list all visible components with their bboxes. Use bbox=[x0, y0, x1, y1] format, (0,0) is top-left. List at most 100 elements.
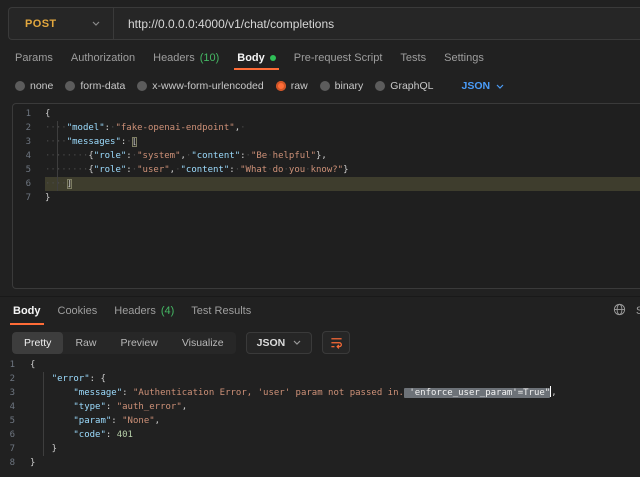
token: [ bbox=[132, 137, 137, 147]
token: do bbox=[273, 165, 284, 175]
view-visualize[interactable]: Visualize bbox=[170, 332, 236, 354]
token: · bbox=[126, 137, 131, 147]
mode-x-www-form-urlencoded[interactable]: x-www-form-urlencoded bbox=[137, 80, 263, 92]
token: "code" bbox=[73, 430, 106, 440]
code-line[interactable]: 2 "error": { bbox=[0, 372, 640, 386]
view-raw[interactable]: Raw bbox=[63, 332, 108, 354]
code-text: ········{"role":·"user",·"content":·"Wha… bbox=[45, 163, 640, 177]
code-text: "message": "Authentication Error, 'user'… bbox=[30, 386, 640, 400]
token bbox=[30, 402, 73, 412]
response-headers-count-badge: (4) bbox=[161, 305, 174, 317]
code-line[interactable]: 4 "type": "auth_error", bbox=[0, 400, 640, 414]
token bbox=[30, 430, 73, 440]
code-line[interactable]: 7 } bbox=[0, 442, 640, 456]
view-pretty[interactable]: Pretty bbox=[12, 332, 63, 354]
code-text: ········{"role":·"system",·"content":·"B… bbox=[45, 149, 640, 163]
indent-guide bbox=[57, 121, 58, 191]
token: { bbox=[30, 360, 35, 370]
code-line[interactable]: 6 "code": 401 bbox=[0, 428, 640, 442]
token: "error" bbox=[52, 374, 90, 384]
radio-icon bbox=[375, 81, 385, 91]
tab-response-headers[interactable]: Headers(4) bbox=[111, 297, 177, 325]
code-line[interactable]: 4········{"role":·"system",·"content":·"… bbox=[13, 149, 640, 163]
request-tabs: Params Authorization Headers(10) Body Pr… bbox=[0, 45, 640, 70]
code-text: "type": "auth_error", bbox=[30, 400, 640, 414]
token: ········ bbox=[45, 165, 88, 175]
line-number: 1 bbox=[0, 358, 30, 372]
tab-test-results[interactable]: Test Results bbox=[188, 297, 254, 325]
tab-pre-request-script[interactable]: Pre-request Script bbox=[291, 45, 386, 70]
token: ········ bbox=[45, 151, 88, 161]
radio-icon bbox=[15, 81, 25, 91]
token: "auth_error" bbox=[117, 402, 182, 412]
token: · bbox=[240, 123, 245, 133]
view-switcher: Pretty Raw Preview Visualize bbox=[12, 332, 236, 354]
raw-language-dropdown[interactable]: JSON bbox=[461, 80, 504, 92]
wrap-text-icon bbox=[330, 336, 343, 349]
tab-authorization[interactable]: Authorization bbox=[68, 45, 138, 70]
token: : bbox=[111, 416, 122, 426]
code-line[interactable]: 3····"messages":·[ bbox=[13, 135, 640, 149]
response-language-dropdown[interactable]: JSON bbox=[246, 332, 313, 354]
token: "content" bbox=[191, 151, 240, 161]
body-mode-row: none form-data x-www-form-urlencoded raw… bbox=[0, 74, 640, 98]
tab-response-body[interactable]: Body bbox=[10, 297, 44, 325]
token: "type" bbox=[73, 402, 106, 412]
tab-params[interactable]: Params bbox=[12, 45, 56, 70]
mode-raw[interactable]: raw bbox=[276, 80, 308, 92]
line-number: 6 bbox=[0, 428, 30, 442]
mode-form-data[interactable]: form-data bbox=[65, 80, 125, 92]
code-line[interactable]: 6····] bbox=[13, 177, 640, 191]
url-input[interactable]: http://0.0.0.0:4000/v1/chat/completions bbox=[114, 17, 334, 31]
token: ···· bbox=[45, 137, 67, 147]
tab-headers[interactable]: Headers(10) bbox=[150, 45, 222, 70]
line-number: 1 bbox=[13, 107, 45, 121]
wrap-text-button[interactable] bbox=[322, 331, 350, 354]
token: , bbox=[155, 416, 160, 426]
token: you bbox=[289, 165, 305, 175]
mode-none[interactable]: none bbox=[15, 80, 53, 92]
code-line[interactable]: 5 "param": "None", bbox=[0, 414, 640, 428]
code-line[interactable]: 8} bbox=[0, 456, 640, 470]
token: "fake-openai-endpoint" bbox=[115, 123, 234, 133]
token: 401 bbox=[117, 430, 133, 440]
chevron-down-icon bbox=[496, 84, 504, 89]
tab-body[interactable]: Body bbox=[234, 45, 279, 70]
view-preview[interactable]: Preview bbox=[108, 332, 169, 354]
response-body-editor[interactable]: 1{2 "error": {3 "message": "Authenticati… bbox=[0, 355, 640, 477]
response-view-row: Pretty Raw Preview Visualize JSON bbox=[12, 331, 350, 354]
code-text: ····"messages":·[ bbox=[45, 135, 640, 149]
indent-guide bbox=[43, 372, 44, 456]
code-line[interactable]: 1{ bbox=[13, 107, 640, 121]
unsaved-changes-dot bbox=[270, 55, 276, 61]
chevron-down-icon bbox=[293, 340, 301, 345]
code-line[interactable]: 5········{"role":·"user",·"content":·"Wh… bbox=[13, 163, 640, 177]
token bbox=[30, 416, 73, 426]
token: : bbox=[106, 402, 117, 412]
globe-icon[interactable] bbox=[613, 303, 626, 316]
request-body-editor[interactable]: 1{2····"model":·"fake-openai-endpoint",·… bbox=[12, 103, 640, 289]
code-line[interactable]: 7} bbox=[13, 191, 640, 205]
mode-binary[interactable]: binary bbox=[320, 80, 364, 92]
token: "message" bbox=[73, 388, 122, 398]
token: }, bbox=[316, 151, 327, 161]
token: ···· bbox=[45, 123, 67, 133]
token: "Be bbox=[251, 151, 267, 161]
radio-icon bbox=[320, 81, 330, 91]
tab-cookies[interactable]: Cookies bbox=[55, 297, 101, 325]
line-number: 7 bbox=[0, 442, 30, 456]
tab-settings[interactable]: Settings bbox=[441, 45, 487, 70]
line-number: 6 bbox=[13, 177, 45, 191]
tab-tests[interactable]: Tests bbox=[397, 45, 429, 70]
token: "role" bbox=[94, 151, 127, 161]
code-line[interactable]: 2····"model":·"fake-openai-endpoint",· bbox=[13, 121, 640, 135]
code-text: } bbox=[30, 442, 640, 456]
code-text: } bbox=[45, 191, 640, 205]
mode-graphql[interactable]: GraphQL bbox=[375, 80, 433, 92]
code-line[interactable]: 3 "message": "Authentication Error, 'use… bbox=[0, 386, 640, 400]
code-text: ····] bbox=[45, 177, 640, 191]
method-select[interactable]: POST bbox=[9, 8, 113, 39]
code-line[interactable]: 1{ bbox=[0, 358, 640, 372]
token: : { bbox=[90, 374, 106, 384]
token: } bbox=[30, 458, 35, 468]
